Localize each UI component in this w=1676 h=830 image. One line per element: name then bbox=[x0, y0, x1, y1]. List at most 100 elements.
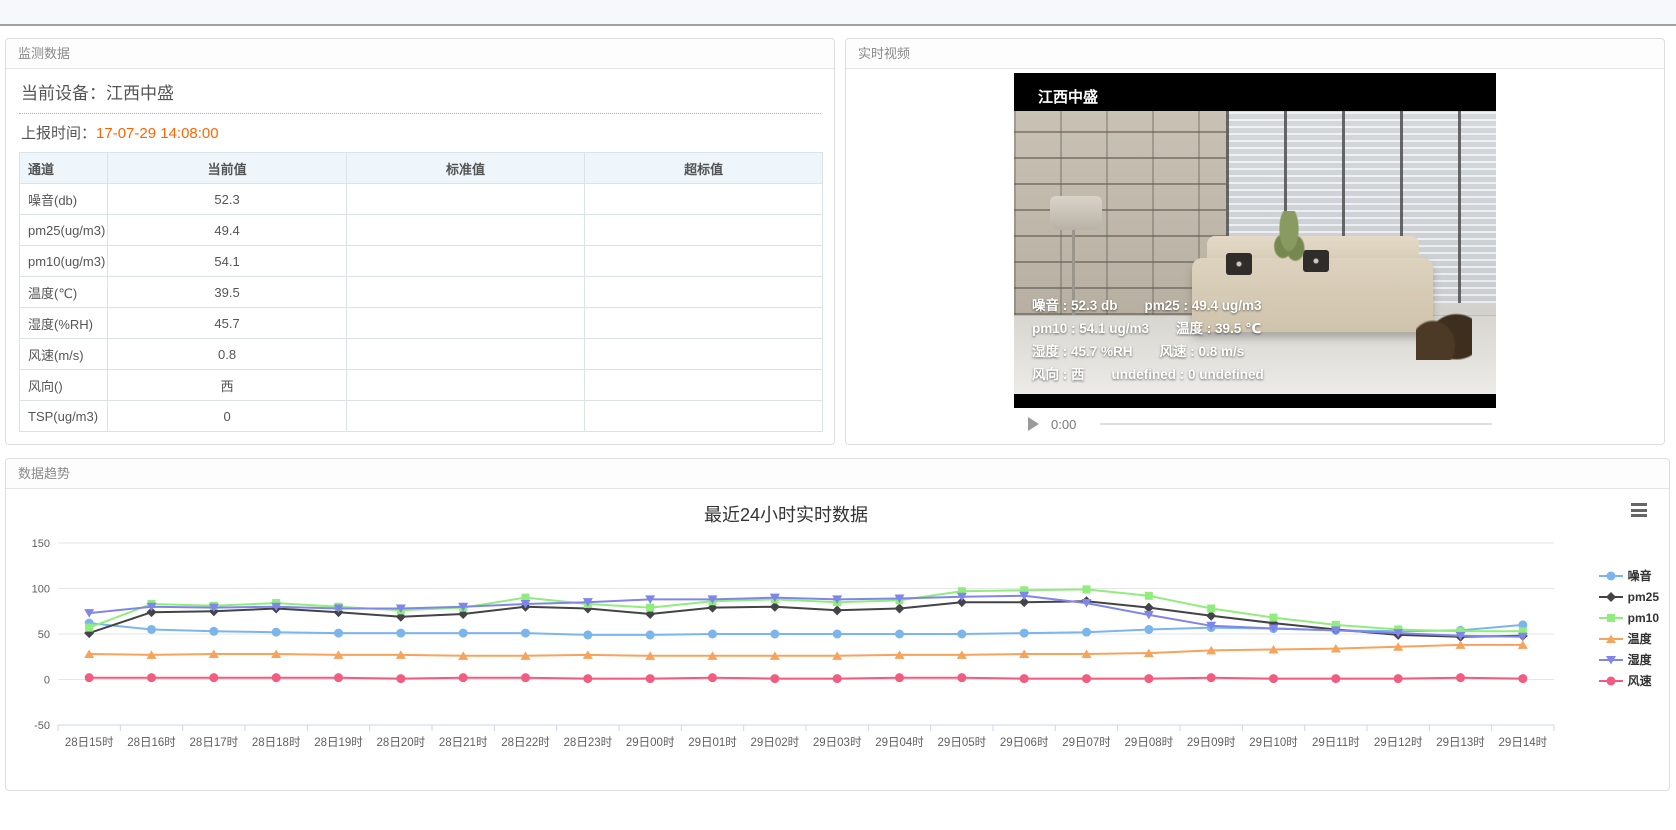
table-cell-current: 52.3 bbox=[108, 184, 346, 215]
table-cell-channel: TSP(ug/m3) bbox=[20, 401, 108, 432]
table-cell-exceed bbox=[585, 339, 823, 370]
legend-marker-icon bbox=[1599, 653, 1623, 667]
video-panel-title: 实时视频 bbox=[846, 39, 1664, 69]
device-name: 江西中盛 bbox=[106, 84, 174, 103]
legend-marker-icon bbox=[1599, 611, 1623, 625]
svg-text:29日00时: 29日00时 bbox=[626, 736, 675, 749]
top-bar bbox=[0, 0, 1676, 26]
pillow-decor bbox=[1226, 253, 1252, 275]
play-icon[interactable] bbox=[1028, 417, 1039, 431]
video-panel: 实时视频 江西中盛 噪音 : 52.3 db pm25 : 49.4 ug/m3… bbox=[845, 38, 1665, 445]
svg-text:28日17时: 28日17时 bbox=[190, 736, 239, 749]
table-cell-standard bbox=[346, 401, 584, 432]
table-cell-channel: 噪音(db) bbox=[20, 184, 108, 215]
table-cell-standard bbox=[346, 339, 584, 370]
legend-label: pm10 bbox=[1628, 611, 1659, 625]
chart-menu-icon[interactable] bbox=[1631, 503, 1647, 517]
svg-text:100: 100 bbox=[32, 584, 50, 596]
table-header-cell: 通道 bbox=[20, 153, 108, 184]
svg-text:150: 150 bbox=[32, 538, 50, 550]
table-cell-current: 0 bbox=[108, 401, 346, 432]
table-cell-exceed bbox=[585, 184, 823, 215]
table-cell-channel: 温度(℃) bbox=[20, 277, 108, 308]
svg-text:29日10时: 29日10时 bbox=[1249, 736, 1298, 749]
svg-text:28日16时: 28日16时 bbox=[127, 736, 176, 749]
legend-label: pm25 bbox=[1628, 590, 1659, 604]
legend-label: 风速 bbox=[1628, 672, 1652, 689]
video-data-overlay: 噪音 : 52.3 db pm25 : 49.4 ug/m3pm10 : 54.… bbox=[1032, 294, 1264, 386]
table-header-row: 通道当前值标准值超标值 bbox=[20, 153, 823, 184]
svg-text:50: 50 bbox=[38, 629, 50, 641]
table-header-cell: 超标值 bbox=[585, 153, 823, 184]
table-cell-channel: pm25(ug/m3) bbox=[20, 215, 108, 246]
svg-text:29日14时: 29日14时 bbox=[1499, 736, 1548, 749]
table-cell-standard bbox=[346, 184, 584, 215]
svg-text:28日23时: 28日23时 bbox=[564, 736, 613, 749]
vases-decor bbox=[1416, 302, 1472, 360]
table-cell-exceed bbox=[585, 308, 823, 339]
svg-text:29日07时: 29日07时 bbox=[1062, 736, 1111, 749]
legend-marker-icon bbox=[1599, 590, 1623, 604]
video-progress-bar[interactable] bbox=[1100, 423, 1492, 425]
table-row: pm25(ug/m3)49.4 bbox=[20, 215, 823, 246]
trend-panel-title: 数据趋势 bbox=[6, 459, 1669, 489]
floor-lamp-icon bbox=[1050, 196, 1102, 230]
legend-item-湿度[interactable]: 湿度 bbox=[1599, 649, 1659, 670]
table-row: 温度(℃)39.5 bbox=[20, 277, 823, 308]
table-cell-current: 45.7 bbox=[108, 308, 346, 339]
svg-text:29日08时: 29日08时 bbox=[1125, 736, 1174, 749]
legend-label: 湿度 bbox=[1628, 651, 1652, 668]
table-cell-channel: 风向() bbox=[20, 370, 108, 401]
video-overlay-line: 湿度 : 45.7 %RH 风速 : 0.8 m/s bbox=[1032, 340, 1264, 363]
table-cell-exceed bbox=[585, 246, 823, 277]
monitor-panel: 监测数据 当前设备：江西中盛 上报时间：17-07-29 14:08:00 通道… bbox=[5, 38, 835, 445]
legend-label: 温度 bbox=[1628, 630, 1652, 647]
legend-marker-icon bbox=[1599, 569, 1623, 583]
svg-text:29日13时: 29日13时 bbox=[1436, 736, 1485, 749]
table-cell-current: 54.1 bbox=[108, 246, 346, 277]
table-row: 噪音(db)52.3 bbox=[20, 184, 823, 215]
video-player[interactable]: 江西中盛 噪音 : 52.3 db pm25 : 49.4 ug/m3pm10 … bbox=[1014, 73, 1496, 408]
trend-panel: 数据趋势 最近24小时实时数据 150100500-5028日15时28日16时… bbox=[5, 458, 1670, 791]
svg-text:29日11时: 29日11时 bbox=[1312, 736, 1360, 749]
table-row: TSP(ug/m3)0 bbox=[20, 401, 823, 432]
svg-text:29日01时: 29日01时 bbox=[688, 736, 737, 749]
legend-item-噪音[interactable]: 噪音 bbox=[1599, 565, 1659, 586]
video-time: 0:00 bbox=[1051, 417, 1076, 432]
svg-text:28日19时: 28日19时 bbox=[314, 736, 363, 749]
device-row: 当前设备：江西中盛 bbox=[19, 69, 821, 114]
svg-text:28日15时: 28日15时 bbox=[65, 736, 114, 749]
legend-item-pm10[interactable]: pm10 bbox=[1599, 607, 1659, 628]
table-row: 湿度(%RH)45.7 bbox=[20, 308, 823, 339]
video-overlay-line: 噪音 : 52.3 db pm25 : 49.4 ug/m3 bbox=[1032, 294, 1264, 317]
monitor-panel-title: 监测数据 bbox=[6, 39, 834, 69]
legend-item-pm25[interactable]: pm25 bbox=[1599, 586, 1659, 607]
table-row: pm10(ug/m3)54.1 bbox=[20, 246, 823, 277]
table-cell-exceed bbox=[585, 401, 823, 432]
legend-marker-icon bbox=[1599, 632, 1623, 646]
svg-text:29日06时: 29日06时 bbox=[1000, 736, 1049, 749]
svg-text:29日03时: 29日03时 bbox=[813, 736, 862, 749]
svg-text:-50: -50 bbox=[34, 720, 50, 732]
legend-label: 噪音 bbox=[1628, 567, 1652, 584]
device-label: 当前设备： bbox=[21, 84, 106, 103]
chart-legend: 噪音 pm25 pm10 温度湿度风速 bbox=[1599, 565, 1659, 691]
table-cell-current: 西 bbox=[108, 370, 346, 401]
trend-chart: 150100500-5028日15时28日16时28日17时28日18时28日1… bbox=[6, 519, 1586, 764]
video-controls: 0:00 bbox=[1014, 411, 1496, 437]
svg-text:29日04时: 29日04时 bbox=[875, 736, 924, 749]
table-header-cell: 当前值 bbox=[108, 153, 346, 184]
table-cell-standard bbox=[346, 246, 584, 277]
table-cell-current: 0.8 bbox=[108, 339, 346, 370]
table-header-cell: 标准值 bbox=[346, 153, 584, 184]
table-row: 风向()西 bbox=[20, 370, 823, 401]
svg-text:28日21时: 28日21时 bbox=[439, 736, 488, 749]
table-cell-channel: pm10(ug/m3) bbox=[20, 246, 108, 277]
svg-text:28日22时: 28日22时 bbox=[501, 736, 550, 749]
legend-item-温度[interactable]: 温度 bbox=[1599, 628, 1659, 649]
svg-text:29日05时: 29日05时 bbox=[938, 736, 987, 749]
legend-item-风速[interactable]: 风速 bbox=[1599, 670, 1659, 691]
table-cell-standard bbox=[346, 308, 584, 339]
legend-marker-icon bbox=[1599, 674, 1623, 688]
report-time-value: 17-07-29 14:08:00 bbox=[96, 125, 219, 142]
